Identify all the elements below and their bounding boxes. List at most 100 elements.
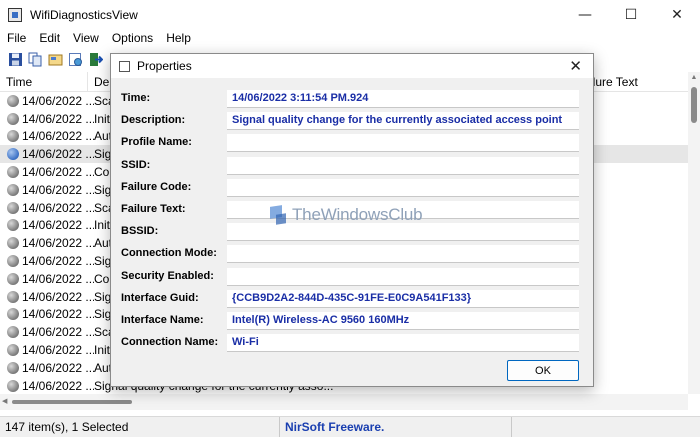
dialog-window-icon [119, 60, 130, 72]
scroll-left-icon[interactable]: ◀ [2, 394, 7, 410]
cell-time: 14/06/2022 ... [22, 147, 94, 162]
save-icon[interactable] [7, 51, 23, 67]
property-row: Connection Mode: [111, 243, 595, 265]
event-status-icon [7, 130, 19, 143]
cell-time: 14/06/2022 ... [22, 236, 94, 251]
event-status-icon [7, 255, 19, 268]
watermark-text: TheWindowsClub [292, 205, 423, 224]
window-title: WifiDiagnosticsView [30, 8, 138, 22]
cell-time: 14/06/2022 ... [22, 325, 94, 340]
cell-time: 14/06/2022 ... [22, 343, 94, 358]
window-controls: — ☐ ✕ [562, 0, 700, 30]
menu-view[interactable]: View [66, 30, 105, 47]
property-value-field[interactable]: 14/06/2022 3:11:54 PM.924 [227, 90, 579, 108]
property-value-field[interactable] [227, 245, 579, 264]
column-header-time[interactable]: Time [0, 72, 88, 91]
windows-club-logo-icon [268, 204, 288, 226]
scroll-up-icon[interactable]: ▲ [688, 72, 700, 84]
event-status-icon [7, 201, 19, 214]
event-status-icon [7, 379, 19, 392]
horizontal-scroll-thumb[interactable] [12, 400, 132, 404]
horizontal-scrollbar[interactable]: ◀ [0, 394, 688, 410]
menu-file[interactable]: File [0, 30, 32, 47]
property-value-field[interactable] [227, 134, 579, 153]
property-label: Interface Name: [121, 314, 204, 326]
event-status-icon [7, 272, 19, 285]
status-bar: 147 item(s), 1 Selected NirSoft Freeware… [0, 416, 700, 437]
property-label: Profile Name: [121, 136, 192, 149]
property-row: Interface Name: Intel(R) Wireless-AC 9560… [111, 310, 595, 332]
column-header-failure-text[interactable]: ilure Text [584, 72, 688, 91]
menu-edit[interactable]: Edit [32, 30, 66, 47]
property-label: SSID: [121, 158, 151, 171]
event-status-icon [7, 112, 19, 125]
property-value-field[interactable]: Wi-Fi [227, 334, 579, 353]
property-row: Interface Guid: {CCB9D2A2-844D-435C-91FE-… [111, 288, 595, 310]
event-status-icon [7, 344, 19, 357]
event-status-icon [7, 237, 19, 250]
property-label: Failure Text: [121, 203, 186, 215]
property-label: Security Enabled: [121, 269, 214, 282]
property-row: Description: Signal quality change for th… [111, 110, 595, 132]
menu-help[interactable]: Help [159, 30, 197, 47]
title-bar: WifiDiagnosticsView — ☐ ✕ [0, 0, 700, 30]
event-status-icon [7, 308, 19, 321]
cell-time: 14/06/2022 ... [22, 360, 94, 375]
cell-time: 14/06/2022 ... [22, 129, 94, 144]
cell-time: 14/06/2022 ... [22, 271, 94, 286]
ok-button[interactable]: OK [507, 360, 579, 381]
property-label: Time: [121, 92, 151, 104]
cell-time: 14/06/2022 ... [22, 218, 94, 233]
event-status-icon [7, 148, 19, 161]
event-status-icon [7, 290, 19, 303]
cell-time: 14/06/2022 ... [22, 111, 94, 126]
dialog-close-button[interactable]: ✕ [569, 57, 582, 75]
cell-time: 14/06/2022 ... [22, 289, 94, 304]
property-value-field[interactable] [227, 267, 579, 286]
exit-icon[interactable] [87, 51, 103, 67]
property-row: Profile Name: [111, 132, 595, 154]
close-button[interactable]: ✕ [654, 0, 700, 30]
property-value-field[interactable]: Signal quality change for the currently … [227, 112, 579, 131]
cell-time: 14/06/2022 ... [22, 200, 94, 215]
app-icon [8, 8, 22, 22]
property-label: Connection Name: [121, 336, 219, 349]
cell-time: 14/06/2022 ... [22, 182, 94, 197]
event-status-icon [7, 183, 19, 196]
property-label: Connection Mode: [121, 247, 217, 260]
minimize-button[interactable]: — [562, 0, 608, 30]
property-label: Interface Guid: [121, 291, 199, 304]
property-value-field[interactable] [227, 178, 579, 197]
properties-icon[interactable] [47, 51, 63, 67]
event-status-icon [7, 166, 19, 179]
property-label: Description: [121, 114, 186, 127]
watermark: TheWindowsClub [268, 204, 423, 226]
vertical-scrollbar[interactable]: ▲ [688, 72, 700, 394]
cell-time: 14/06/2022 ... [22, 93, 94, 108]
property-row: Security Enabled: [111, 266, 595, 288]
property-value-field[interactable]: Intel(R) Wireless-AC 9560 160MHz [227, 312, 579, 330]
menu-options[interactable]: Options [105, 30, 159, 47]
cell-time: 14/06/2022 ... [22, 307, 94, 322]
property-value-field[interactable] [227, 156, 579, 175]
copy-icon[interactable] [27, 51, 43, 67]
property-label: BSSID: [121, 225, 159, 238]
cell-time: 14/06/2022 ... [22, 254, 94, 269]
property-row: Failure Code: [111, 177, 595, 199]
cell-time: 14/06/2022 ... [22, 378, 94, 393]
html-report-icon[interactable] [67, 51, 83, 67]
dialog-title: Properties [137, 59, 192, 73]
property-row: SSID: [111, 155, 595, 177]
event-status-icon [7, 326, 19, 339]
status-item-count: 147 item(s), 1 Selected [0, 417, 280, 437]
menu-bar: File Edit View Options Help [0, 30, 700, 47]
vertical-scroll-thumb[interactable] [691, 87, 697, 123]
event-status-icon [7, 94, 19, 107]
event-status-icon [7, 219, 19, 232]
dialog-title-bar: Properties ✕ [111, 54, 593, 78]
maximize-button[interactable]: ☐ [608, 0, 654, 30]
nirsoft-link[interactable]: NirSoft Freeware. https://www.nirsoft.ne… [280, 417, 512, 437]
property-value-field[interactable]: {CCB9D2A2-844D-435C-91FE-E0C9A541F133} [227, 289, 579, 308]
cell-time: 14/06/2022 ... [22, 165, 94, 180]
property-row: Connection Name: Wi-Fi [111, 332, 595, 354]
